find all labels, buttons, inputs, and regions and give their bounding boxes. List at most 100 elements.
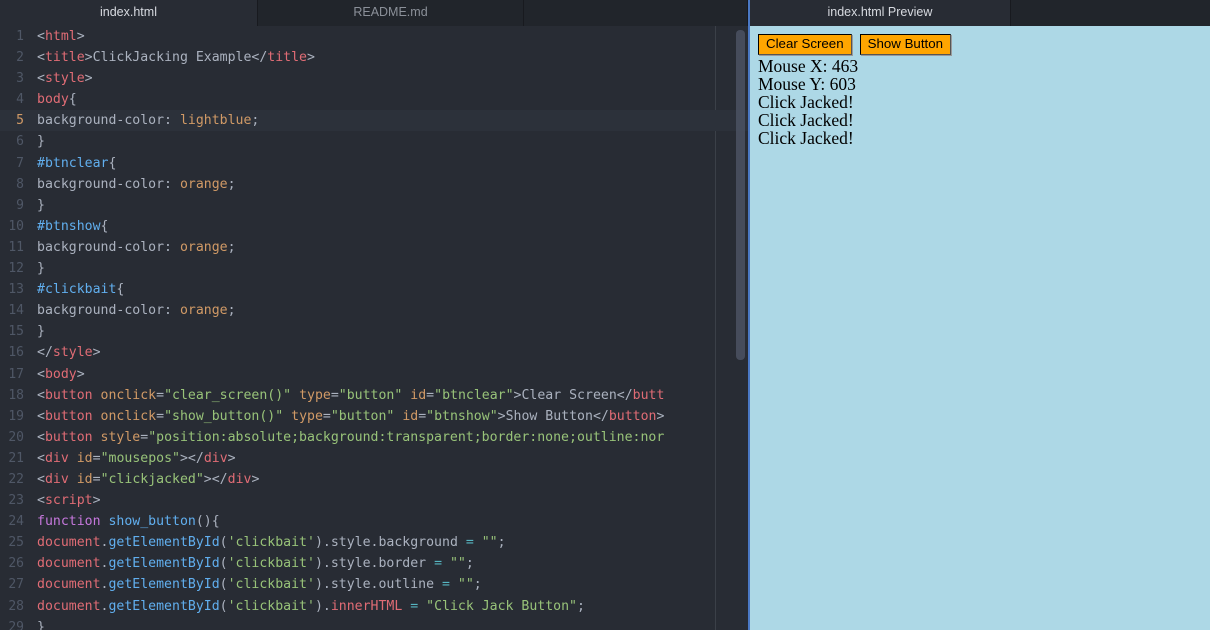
code-line[interactable]: 3 <style> bbox=[0, 68, 748, 89]
code-line[interactable]: 17 <body> bbox=[0, 364, 748, 385]
token-punc: </ bbox=[616, 387, 633, 403]
token-punc: < bbox=[37, 471, 45, 487]
code-line[interactable]: 20 <button style="position:absolute;back… bbox=[0, 427, 748, 448]
code-line[interactable]: 14 background-color: orange; bbox=[0, 300, 748, 321]
show-button-button[interactable]: Show Button bbox=[859, 34, 952, 55]
line-content: background-color: orange; bbox=[24, 237, 236, 258]
tab-label: index.html Preview bbox=[827, 5, 933, 19]
code-line[interactable]: 25 document.getElementById('clickbait').… bbox=[0, 532, 748, 553]
token-tag: html bbox=[44, 29, 77, 44]
line-content: #btnshow{ bbox=[24, 216, 108, 237]
tab-label: README.md bbox=[353, 5, 428, 19]
token-val: orange bbox=[179, 239, 228, 255]
code-line[interactable]: 21 <div id="mousepos"></div> bbox=[0, 448, 748, 469]
token-plain: style bbox=[330, 556, 371, 572]
token-op: = bbox=[434, 577, 458, 593]
code-line[interactable]: 10 #btnshow{ bbox=[0, 216, 748, 237]
code-line[interactable]: 16 </style> bbox=[0, 342, 748, 363]
tab-index-html-preview[interactable]: index.html Preview bbox=[750, 0, 1011, 26]
token-punc: = bbox=[330, 387, 339, 403]
line-content: <div id="clickjacked"></div> bbox=[24, 469, 259, 490]
code-editor-pane: index.html README.md 1 <html> 2 <title>Cli… bbox=[0, 0, 748, 630]
token-punc: < bbox=[37, 387, 45, 403]
line-number: 16 bbox=[8, 345, 24, 361]
token-plain: border bbox=[378, 556, 427, 572]
token-punc: ; bbox=[227, 239, 236, 255]
code-line[interactable]: 15 } bbox=[0, 321, 748, 342]
token-obj: document bbox=[37, 577, 101, 593]
tab-readme-md[interactable]: README.md bbox=[258, 0, 524, 26]
tab-index-html[interactable]: index.html bbox=[0, 0, 258, 26]
token-punc: ( bbox=[219, 577, 228, 593]
code-line[interactable]: 22 <div id="clickjacked"></div> bbox=[0, 469, 748, 490]
code-lines[interactable]: 1 <html> 2 <title>ClickJacking Example</ti… bbox=[0, 26, 748, 630]
token-meth: getElementById bbox=[108, 535, 220, 551]
code-line[interactable]: 23 <script> bbox=[0, 490, 748, 511]
code-line[interactable]: 12 } bbox=[0, 258, 748, 279]
line-number: 5 bbox=[16, 113, 24, 129]
token-punc: : bbox=[164, 176, 180, 192]
line-number: 18 bbox=[8, 387, 24, 403]
line-content: document.getElementById('clickbait').sty… bbox=[24, 553, 474, 574]
token-str: 'clickbait' bbox=[227, 598, 315, 614]
code-line[interactable]: 6 } bbox=[0, 131, 748, 152]
token-attr: type bbox=[299, 387, 331, 403]
code-line[interactable]: 5 background-color: lightblue; bbox=[0, 110, 748, 132]
code-editor-surface[interactable]: 1 <html> 2 <title>ClickJacking Example</ti… bbox=[0, 26, 748, 630]
line-number: 24 bbox=[8, 514, 24, 530]
token-punc: : bbox=[164, 113, 180, 129]
line-content: <style> bbox=[24, 68, 93, 89]
code-line[interactable]: 11 background-color: orange; bbox=[0, 237, 748, 258]
code-line[interactable]: 8 background-color: orange; bbox=[0, 174, 748, 195]
token-punc: > bbox=[227, 450, 236, 466]
code-line[interactable]: 4 body{ bbox=[0, 89, 748, 110]
line-content: <html> bbox=[24, 26, 85, 47]
token-attr: id bbox=[76, 471, 93, 487]
tab-label: index.html bbox=[100, 5, 157, 19]
line-content: background-color: lightblue; bbox=[24, 110, 259, 131]
line-number: 2 bbox=[16, 50, 24, 66]
token-punc: } bbox=[37, 324, 45, 340]
token-punc: > bbox=[307, 50, 315, 66]
clear-screen-button[interactable]: Clear Screen bbox=[758, 34, 852, 55]
token-tag: button bbox=[44, 429, 93, 445]
token-punc: ). bbox=[314, 535, 331, 551]
code-line[interactable]: 24 function show_button(){ bbox=[0, 511, 748, 532]
line-number: 4 bbox=[16, 92, 24, 108]
code-line[interactable]: 1 <html> bbox=[0, 26, 748, 47]
token-punc: > bbox=[84, 71, 93, 87]
code-line[interactable]: 27 document.getElementById('clickbait').… bbox=[0, 574, 748, 595]
editor-vertical-scrollbar[interactable] bbox=[736, 30, 745, 360]
token-punc: < bbox=[37, 408, 45, 424]
token-punc: > bbox=[76, 29, 85, 44]
tab-preview-empty[interactable] bbox=[1010, 0, 1210, 26]
line-content: #clickbait{ bbox=[24, 279, 124, 300]
code-line[interactable]: 26 document.getElementById('clickbait').… bbox=[0, 553, 748, 574]
token-str: "button" bbox=[338, 387, 403, 403]
code-line[interactable]: 7 #btnclear{ bbox=[0, 153, 748, 174]
line-number: 8 bbox=[16, 176, 24, 192]
line-number: 28 bbox=[8, 598, 24, 614]
line-number: 1 bbox=[16, 29, 24, 44]
line-number: 14 bbox=[8, 303, 24, 319]
preview-output-line: Click Jacked! bbox=[758, 92, 854, 112]
code-line[interactable]: 18 <button onclick="clear_screen()" type… bbox=[0, 385, 748, 406]
code-line[interactable]: 2 <title>ClickJacking Example</title> bbox=[0, 47, 748, 68]
tab-empty[interactable] bbox=[524, 0, 748, 26]
token-tag: title bbox=[267, 50, 307, 66]
token-str: 'clickbait' bbox=[227, 535, 315, 551]
code-line[interactable]: 28 document.getElementById('clickbait').… bbox=[0, 596, 748, 617]
line-number: 19 bbox=[8, 408, 24, 424]
token-prop: background-color bbox=[37, 303, 165, 319]
line-number: 12 bbox=[8, 261, 24, 277]
code-line[interactable]: 13 #clickbait{ bbox=[0, 279, 748, 300]
token-punc: : bbox=[164, 239, 180, 255]
token-str: "mousepos" bbox=[100, 450, 180, 466]
token-plain: style bbox=[330, 535, 371, 551]
code-line[interactable]: 29 } bbox=[0, 617, 748, 630]
line-number: 20 bbox=[8, 429, 24, 445]
code-line[interactable]: 19 <button onclick="show_button()" type=… bbox=[0, 406, 748, 427]
code-line[interactable]: 9 } bbox=[0, 195, 748, 216]
